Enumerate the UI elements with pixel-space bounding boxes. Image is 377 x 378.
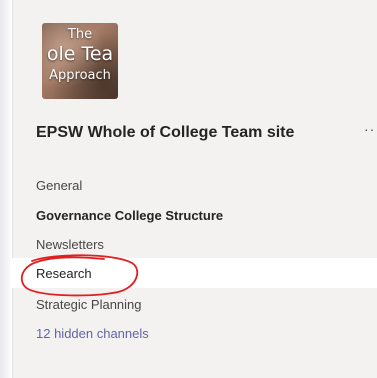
app-rail-edge xyxy=(0,0,12,378)
avatar-text-line-2: ole Tea xyxy=(46,43,114,65)
channel-research[interactable]: Research xyxy=(36,266,92,281)
channel-research-row[interactable]: Research xyxy=(12,258,377,288)
avatar-text-line-3: Approach xyxy=(49,68,111,83)
avatar-text-line-1: The xyxy=(67,27,93,42)
team-name[interactable]: EPSW Whole of College Team site xyxy=(36,124,294,142)
channel-strategic-planning[interactable]: Strategic Planning xyxy=(36,297,142,312)
more-options-icon[interactable]: ··· xyxy=(364,121,377,137)
hidden-channels-link[interactable]: 12 hidden channels xyxy=(36,326,149,341)
channel-newsletters[interactable]: Newsletters xyxy=(36,237,104,252)
channel-governance-college-structure[interactable]: Governance College Structure xyxy=(36,208,223,223)
teams-window: The ole Tea Approach EPSW Whole of Colle… xyxy=(0,0,377,378)
team-avatar[interactable]: The ole Tea Approach xyxy=(42,23,118,99)
channel-general[interactable]: General xyxy=(36,178,82,193)
